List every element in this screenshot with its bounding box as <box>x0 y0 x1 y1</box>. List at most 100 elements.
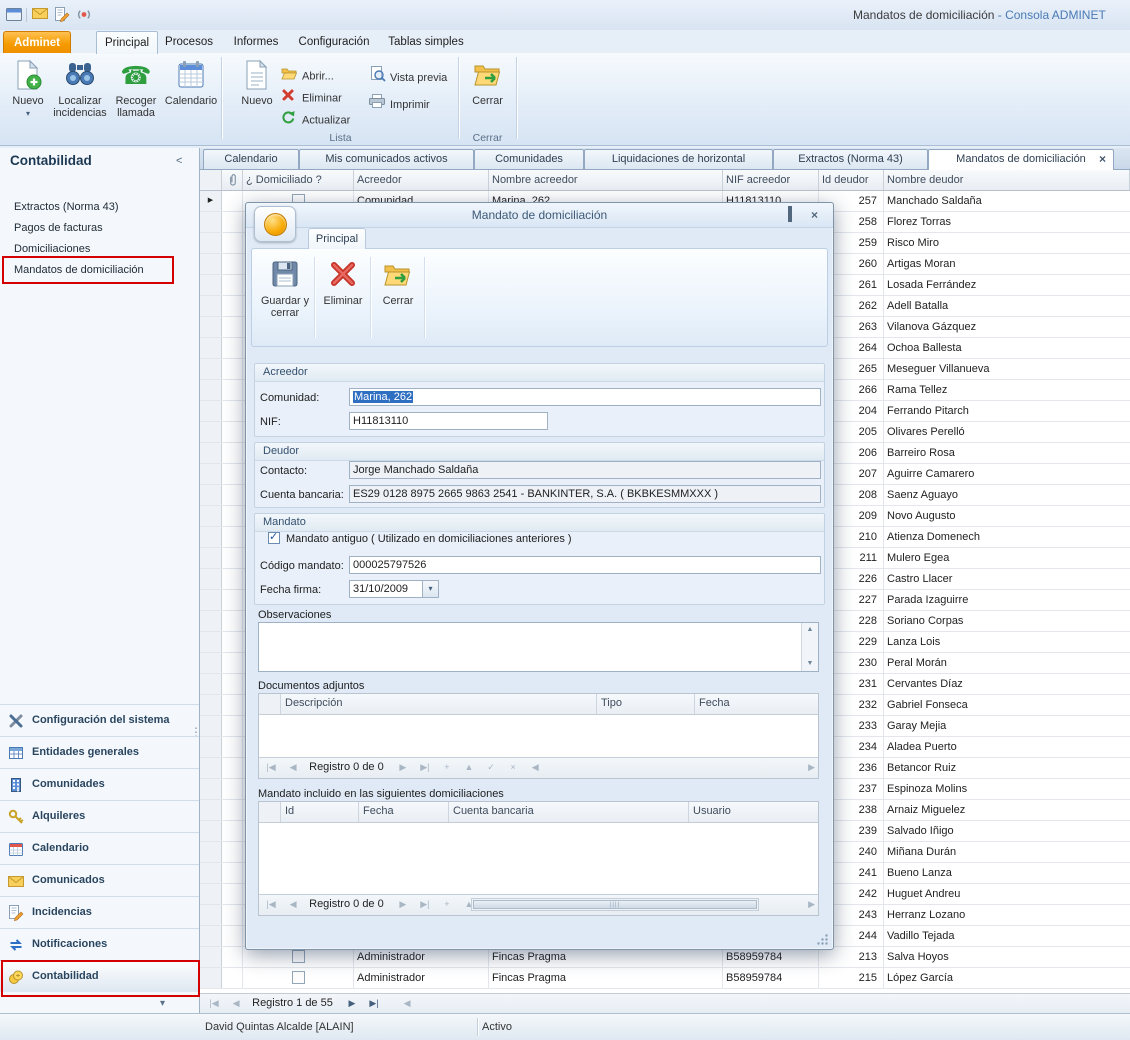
doc-tab-comunicados[interactable]: Mis comunicados activos <box>299 149 474 169</box>
nif-input[interactable]: H11813110 <box>349 412 548 430</box>
nav-last-button[interactable]: ▶| <box>417 896 433 912</box>
cerrar-button[interactable]: Cerrar <box>465 56 510 130</box>
post-edit-button[interactable]: ✓ <box>483 759 499 775</box>
table-row[interactable]: AdministradorFincas PragmaB58959784213Sa… <box>200 947 1130 968</box>
column-id[interactable]: Id <box>281 802 359 822</box>
nuevo-button[interactable]: Nuevo▾ <box>6 56 50 130</box>
nav-next-button[interactable]: ▶ <box>395 759 411 775</box>
nav-last-button[interactable]: ▶| <box>366 995 382 1011</box>
tab-adminet[interactable]: Adminet <box>3 31 71 54</box>
fecha-firma-dropdown[interactable]: ▾ <box>423 580 439 598</box>
nav-prev-button[interactable]: ◀ <box>228 995 244 1011</box>
imprimir-button[interactable]: Imprimir <box>369 94 430 114</box>
dialog-titlebar[interactable]: Mandato de domiciliación <box>246 203 833 228</box>
nav-last-button[interactable]: ▶| <box>417 759 433 775</box>
column-header-nif[interactable]: NIF acreedor <box>723 170 819 190</box>
sidebar-item-extractos[interactable]: Extractos (Norma 43) <box>0 197 198 217</box>
domiciliaciones-grid[interactable]: Id Fecha Cuenta bancaria Usuario |◀ ◀ Re… <box>258 801 819 916</box>
append-row-button[interactable]: + <box>439 759 455 775</box>
column-tipo[interactable]: Tipo <box>597 694 695 714</box>
sidebar-nav-configuracion[interactable]: Configuración del sistema <box>0 704 199 736</box>
documentos-grid[interactable]: Descripción Tipo Fecha |◀ ◀ Registro 0 d… <box>258 693 819 779</box>
tab-procesos[interactable]: Procesos <box>160 31 218 53</box>
hscroll-left-button[interactable]: ◀ <box>527 759 543 775</box>
sidebar-nav-comunidades[interactable]: Comunidades <box>0 768 199 800</box>
sidebar-overflow-chevron-icon[interactable]: ▾ <box>160 998 165 1009</box>
column-descripcion[interactable]: Descripción <box>281 694 597 714</box>
nav-prev-button[interactable]: ◀ <box>285 896 301 912</box>
edit-row-button[interactable]: ▲ <box>461 759 477 775</box>
nav-next-button[interactable]: ▶ <box>395 896 411 912</box>
lista-nuevo-button[interactable]: Nuevo <box>237 56 277 130</box>
fecha-firma-input[interactable]: 31/10/2009 <box>349 580 423 598</box>
edit-note-icon[interactable] <box>54 7 72 23</box>
tab-informes[interactable]: Informes <box>226 31 286 53</box>
column-header-acreedor[interactable]: Acreedor <box>354 170 489 190</box>
domiciliado-checkbox[interactable] <box>292 971 305 984</box>
codigo-mandato-input[interactable]: 000025797526 <box>349 556 821 574</box>
dialog-cerrar-button[interactable]: Cerrar <box>376 253 420 341</box>
scroll-up-icon[interactable]: ▲ <box>802 623 818 637</box>
doc-tab-comunidades[interactable]: Comunidades <box>474 149 584 169</box>
doc-tab-liquidaciones[interactable]: Liquidaciones de horizontal <box>584 149 773 169</box>
maximize-button[interactable] <box>780 208 801 223</box>
hscroll-right-button[interactable]: ▶ <box>808 896 815 912</box>
sidebar-nav-comunicados[interactable]: Comunicados <box>0 864 199 896</box>
hscroll-right-button[interactable]: ▶ <box>808 759 815 775</box>
recoger-llamada-button[interactable]: ☎ Recoger llamada <box>110 56 162 130</box>
sidebar-item-pagos[interactable]: Pagos de facturas <box>0 218 198 238</box>
actualizar-button[interactable]: Actualizar <box>281 110 350 130</box>
cuenta-bancaria-input[interactable]: ES29 0128 8975 2665 9863 2541 - BANKINTE… <box>349 485 821 503</box>
column-header-id-deudor[interactable]: Id deudor <box>819 170 884 190</box>
tab-configuracion[interactable]: Configuración <box>296 31 372 53</box>
horizontal-scrollbar[interactable]: |||| <box>471 898 759 911</box>
mandato-antiguo-checkbox[interactable]: ✓ <box>268 532 280 544</box>
hscroll-left-button[interactable]: ◀ <box>399 995 415 1011</box>
sidebar-collapse-icon[interactable]: < <box>176 155 182 167</box>
column-cuenta-bancaria[interactable]: Cuenta bancaria <box>449 802 689 822</box>
domiciliado-checkbox[interactable] <box>292 950 305 963</box>
vertical-scrollbar[interactable]: ▲ ▼ <box>801 623 818 671</box>
resize-grip[interactable] <box>817 933 829 945</box>
sidebar-nav-calendario[interactable]: Calendario <box>0 832 199 864</box>
sidebar-nav-entidades[interactable]: Entidades generales <box>0 736 199 768</box>
sidebar-nav-alquileres[interactable]: Alquileres <box>0 800 199 832</box>
mail-icon[interactable] <box>32 7 50 23</box>
sidebar-nav-contabilidad[interactable]: Contabilidad <box>0 960 199 992</box>
cancel-edit-button[interactable]: × <box>505 759 521 775</box>
abrir-button[interactable]: Abrir... <box>281 66 334 86</box>
broadcast-icon[interactable] <box>76 7 94 23</box>
sidebar-item-mandatos[interactable]: Mandatos de domiciliación <box>0 260 198 280</box>
tab-principal[interactable]: Principal <box>96 31 158 54</box>
dialog-eliminar-button[interactable]: Eliminar <box>320 253 366 341</box>
nav-next-button[interactable]: ▶ <box>344 995 360 1011</box>
doc-tab-calendario[interactable]: Calendario <box>203 149 299 169</box>
column-header-domiciliado[interactable]: ¿ Domiciliado ? <box>243 170 354 190</box>
eliminar-button[interactable]: Eliminar <box>281 88 342 108</box>
doc-tab-extractos[interactable]: Extractos (Norma 43) <box>773 149 928 169</box>
sidebar-nav-incidencias[interactable]: Incidencias <box>0 896 199 928</box>
observaciones-textarea[interactable]: ▲ ▼ <box>258 622 819 672</box>
tab-close-icon[interactable]: × <box>1099 150 1106 169</box>
dialog-tab-principal[interactable]: Principal <box>308 228 366 249</box>
column-fecha[interactable]: Fecha <box>695 694 818 714</box>
nav-prev-button[interactable]: ◀ <box>285 759 301 775</box>
app-window-icon[interactable] <box>6 7 24 23</box>
scroll-down-icon[interactable]: ▼ <box>802 657 818 671</box>
scrollbar-thumb[interactable]: |||| <box>473 900 757 909</box>
guardar-cerrar-button[interactable]: Guardar y cerrar <box>260 253 310 341</box>
nav-first-button[interactable]: |◀ <box>263 896 279 912</box>
tab-tablas-simples[interactable]: Tablas simples <box>386 31 466 53</box>
comunidad-input[interactable]: Marina, 262 <box>349 388 821 406</box>
column-header-nombre-deudor[interactable]: Nombre deudor <box>884 170 1130 190</box>
column-usuario[interactable]: Usuario <box>689 802 818 822</box>
sidebar-nav-notificaciones[interactable]: Notificaciones <box>0 928 199 960</box>
close-button[interactable]: × <box>804 208 825 223</box>
minimize-button[interactable] <box>756 208 777 223</box>
calendario-button[interactable]: Calendario <box>164 56 218 130</box>
column-header-nombre-acreedor[interactable]: Nombre acreedor <box>489 170 723 190</box>
column-fecha[interactable]: Fecha <box>359 802 449 822</box>
sidebar-item-domiciliaciones[interactable]: Domiciliaciones <box>0 239 198 259</box>
localizar-incidencias-button[interactable]: Localizar incidencias <box>52 56 108 130</box>
table-row[interactable]: AdministradorFincas PragmaB58959784215Ló… <box>200 968 1130 989</box>
